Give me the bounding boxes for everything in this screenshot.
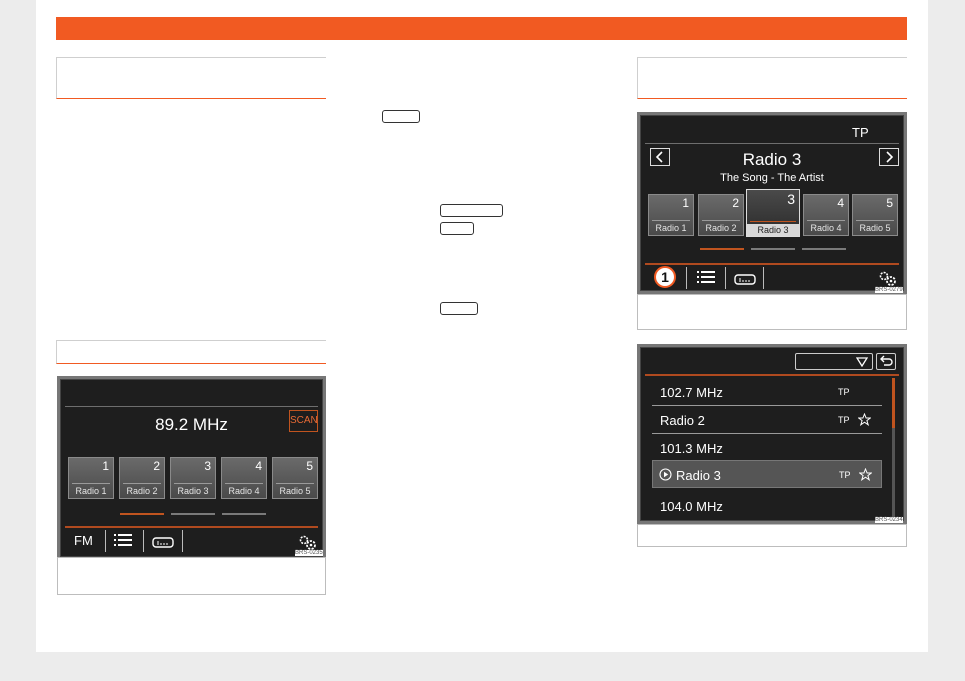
tp-badge: TP (838, 387, 850, 397)
scan-button[interactable]: SCAN (289, 410, 318, 432)
list-item[interactable]: Radio 2 TP (652, 406, 882, 434)
preset-label: Radio 2 (705, 223, 737, 233)
band-button[interactable]: FM (74, 533, 93, 548)
station-list-screen: 102.7 MHz TP Radio 2 TP 101.3 MHz Radio … (637, 344, 907, 524)
preset-number: 2 (732, 196, 739, 210)
caption-box (637, 294, 907, 330)
page-indicator (120, 513, 164, 515)
preset-button[interactable]: 2 Radio 2 (119, 457, 165, 499)
scan-label: SCAN (290, 415, 318, 426)
page-indicator (222, 513, 266, 515)
station-label: 101.3 MHz (660, 441, 723, 456)
header-divider (645, 374, 899, 376)
preset-number: 1 (102, 459, 109, 473)
favorite-star-icon[interactable] (857, 412, 872, 431)
list-item[interactable]: 102.7 MHz TP (652, 378, 882, 406)
button-symbol (440, 222, 474, 235)
list-item[interactable]: 104.0 MHz (652, 492, 882, 520)
callout-marker: 1 (654, 266, 676, 288)
divider (645, 143, 899, 144)
caption-box (637, 524, 907, 547)
preset-button[interactable]: 5 Radio 5 (852, 194, 898, 236)
song-info: The Song - The Artist (720, 172, 824, 184)
list-item[interactable]: 101.3 MHz (652, 434, 882, 462)
list-item-active[interactable]: Radio 3 TP (652, 460, 882, 488)
list-icon[interactable] (697, 270, 715, 289)
separator (763, 267, 764, 289)
filter-dropdown[interactable] (795, 353, 873, 370)
preset-button[interactable]: 1 Radio 1 (68, 457, 114, 499)
preset-button[interactable]: 4 Radio 4 (221, 457, 267, 499)
section-header-left-top (56, 57, 326, 99)
preset-label: Radio 5 (859, 223, 891, 233)
preset-number: 5 (306, 459, 313, 473)
image-code: BRS-0235 (295, 550, 323, 556)
page-indicator (171, 513, 215, 515)
toolbar-divider (65, 526, 318, 528)
play-icon (659, 468, 672, 486)
preset-number: 4 (255, 459, 262, 473)
preset-label: Radio 4 (228, 486, 260, 496)
preset-label: Radio 2 (126, 486, 158, 496)
button-symbol (440, 204, 503, 217)
section-header-left-middle (56, 340, 326, 364)
image-code: BRS-0279 (875, 287, 903, 293)
preset-number: 3 (787, 191, 795, 207)
section-header-right (637, 57, 907, 99)
toolbar-divider (645, 263, 899, 265)
page-indicator (751, 248, 795, 250)
preset-label: Radio 1 (655, 223, 687, 233)
callout-number: 1 (661, 269, 669, 285)
preset-button[interactable]: 1 Radio 1 (648, 194, 694, 236)
tp-indicator: TP (852, 125, 869, 140)
station-label: Radio 2 (660, 413, 705, 428)
tuner-scale-icon[interactable] (152, 535, 174, 553)
caption-box (57, 557, 326, 595)
favorite-star-icon[interactable] (858, 467, 873, 486)
header-accent-bar (56, 17, 907, 40)
preset-label: Radio 5 (279, 486, 311, 496)
preset-label: Radio 3 (177, 486, 209, 496)
preset-label: Radio 1 (75, 486, 107, 496)
image-code: BRS-0234 (875, 517, 903, 523)
preset-button[interactable]: 2 Radio 2 (698, 194, 744, 236)
scrollbar[interactable] (892, 378, 895, 518)
separator (105, 530, 106, 552)
tuner-scale-icon[interactable] (734, 272, 756, 290)
back-button[interactable] (876, 353, 896, 370)
preset-number: 4 (837, 196, 844, 210)
list-icon[interactable] (114, 533, 132, 552)
separator (686, 267, 687, 289)
preset-number: 1 (682, 196, 689, 210)
station-label: 104.0 MHz (660, 499, 723, 514)
preset-number: 2 (153, 459, 160, 473)
preset-button[interactable]: 3 Radio 3 (170, 457, 216, 499)
station-label: Radio 3 (676, 468, 721, 483)
scrollbar-thumb[interactable] (892, 378, 895, 428)
tp-badge: TP (839, 470, 851, 480)
page-indicator (802, 248, 846, 250)
preset-button[interactable]: 4 Radio 4 (803, 194, 849, 236)
fm-radio-screen: 89.2 MHz SCAN 1 Radio 1 2 Radio 2 3 Radio 3… (57, 376, 326, 560)
preset-number: 3 (204, 459, 211, 473)
preset-button[interactable]: 5 Radio 5 (272, 457, 318, 499)
tp-badge: TP (838, 415, 850, 425)
separator (182, 530, 183, 552)
preset-number: 5 (886, 196, 893, 210)
button-symbol (382, 110, 420, 123)
frequency-display: 89.2 MHz (155, 415, 228, 434)
page-indicator (700, 248, 744, 250)
separator (143, 530, 144, 552)
station-label: 102.7 MHz (660, 385, 723, 400)
preset-label: Radio 4 (810, 223, 842, 233)
next-station-button[interactable] (879, 148, 899, 166)
divider (65, 406, 318, 407)
preset-button-selected[interactable]: 3 Radio 3 (746, 189, 800, 237)
separator (725, 267, 726, 289)
station-screen: TP Radio 3 The Song - The Artist 1 Radio … (637, 112, 907, 294)
button-symbol (440, 302, 478, 315)
preset-label: Radio 3 (747, 224, 799, 236)
station-name: Radio 3 (742, 150, 802, 169)
